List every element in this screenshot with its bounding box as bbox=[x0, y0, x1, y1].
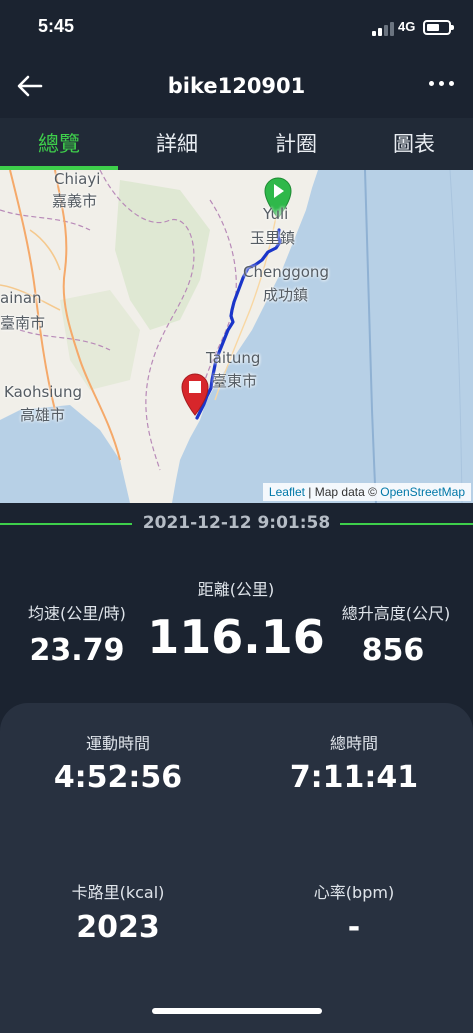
total-time-value: 7:11:41 bbox=[289, 760, 419, 795]
battery-icon bbox=[423, 20, 454, 35]
page-title: bike120901 bbox=[167, 74, 306, 98]
distance-value: 116.16 bbox=[147, 610, 325, 664]
map-label-yuli-en: Yuli bbox=[263, 205, 289, 223]
map-label-taitung-en: Taitung bbox=[206, 349, 261, 367]
calories-value: 2023 bbox=[76, 910, 160, 945]
status-bar: 5:45 4G bbox=[0, 0, 473, 58]
heart-rate-value: - bbox=[347, 910, 361, 945]
tab-overview[interactable]: 總覽 bbox=[0, 118, 118, 170]
map-label-chenggong-en: Chenggong bbox=[243, 263, 329, 281]
divider-line-right bbox=[340, 523, 473, 525]
nav-bar: bike120901 bbox=[0, 58, 473, 118]
activity-date-row: 2021-12-12 9:01:58 bbox=[0, 503, 473, 549]
distance-label: 距離(公里) bbox=[197, 580, 275, 599]
map-attribution: Leaflet | Map data © OpenStreetMap bbox=[262, 483, 471, 501]
map-canvas bbox=[0, 170, 473, 503]
tab-label: 詳細 bbox=[156, 132, 198, 156]
tab-label: 總覽 bbox=[38, 132, 80, 156]
calories-label: 卡路里(kcal) bbox=[71, 883, 165, 902]
map-label-chenggong-zh: 成功鎮 bbox=[263, 286, 309, 304]
map-label-tainan-zh: 臺南市 bbox=[0, 314, 46, 332]
moving-time-label: 運動時間 bbox=[85, 734, 150, 753]
map-label-chiayi-en: Chiayi bbox=[54, 170, 101, 188]
map-label-chiayi-zh: 嘉義市 bbox=[52, 192, 98, 210]
status-time: 5:45 bbox=[38, 16, 75, 36]
leaflet-link[interactable]: Leaflet bbox=[269, 485, 305, 499]
tab-bar: 總覽 詳細 計圈 圖表 bbox=[0, 118, 473, 170]
osm-link[interactable]: OpenStreetMap bbox=[380, 485, 465, 499]
map-label-yuli-zh: 玉里鎮 bbox=[250, 229, 296, 247]
avg-speed-value: 23.79 bbox=[29, 633, 125, 668]
home-indicator[interactable] bbox=[152, 1008, 322, 1014]
heart-rate-label: 心率(bpm) bbox=[313, 883, 395, 902]
attribution-text: | Map data © bbox=[304, 485, 381, 499]
signal-icon bbox=[372, 22, 394, 36]
tab-label: 圖表 bbox=[393, 132, 435, 156]
end-marker-icon[interactable] bbox=[179, 371, 211, 417]
moving-time-value: 4:52:56 bbox=[53, 760, 183, 795]
tab-laps[interactable]: 計圈 bbox=[237, 118, 355, 170]
tab-label: 計圈 bbox=[275, 132, 317, 156]
map-label-taitung-zh: 臺東市 bbox=[212, 372, 258, 390]
tab-charts[interactable]: 圖表 bbox=[355, 118, 473, 170]
map-label-tainan-en: ainan bbox=[0, 289, 42, 307]
more-options-button[interactable] bbox=[427, 72, 457, 96]
map-label-kaohsiung-zh: 高雄市 bbox=[20, 406, 66, 424]
network-label: 4G bbox=[398, 19, 416, 34]
total-time-label: 總時間 bbox=[329, 734, 378, 753]
elevation-value: 856 bbox=[361, 633, 425, 668]
map-label-kaohsiung-en: Kaohsiung bbox=[4, 383, 82, 401]
route-map[interactable]: Chiayi 嘉義市 Yuli 玉里鎮 Chenggong 成功鎮 ainan … bbox=[0, 170, 473, 503]
avg-speed-label: 均速(公里/時) bbox=[28, 604, 126, 623]
elevation-label: 總升高度(公尺) bbox=[341, 604, 451, 623]
tab-details[interactable]: 詳細 bbox=[118, 118, 236, 170]
